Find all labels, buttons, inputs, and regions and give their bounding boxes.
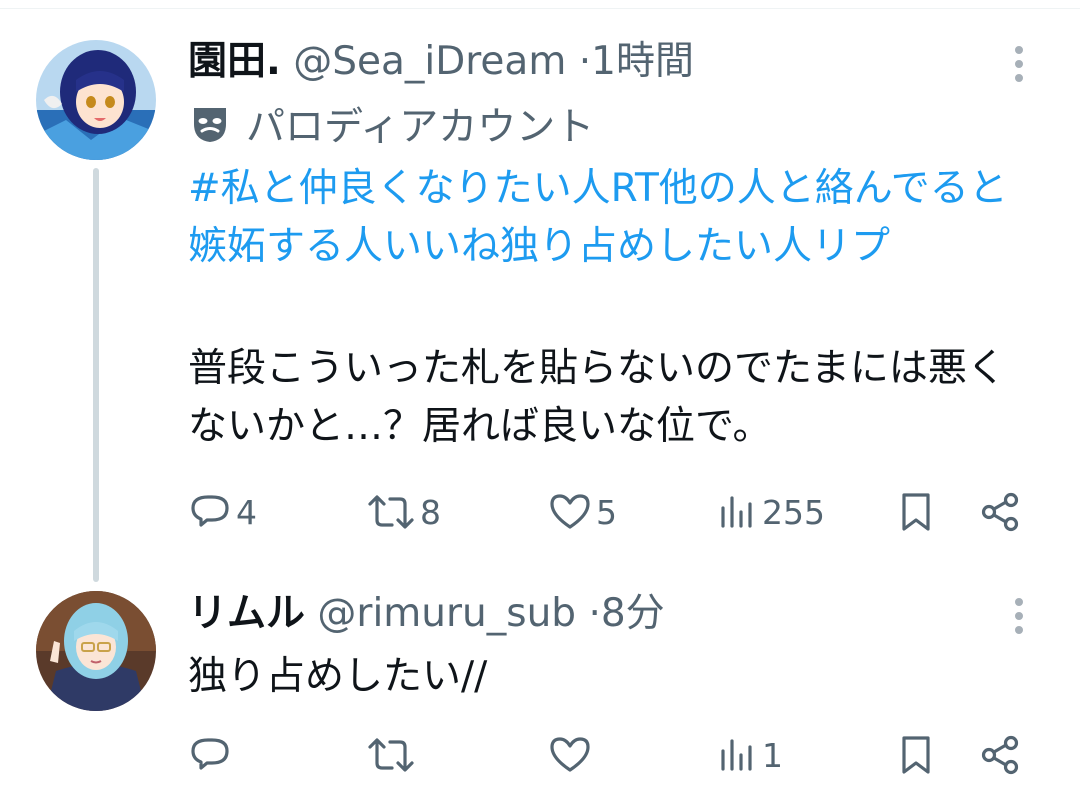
retweet-button[interactable]: 8 [366, 482, 441, 542]
tweet-actions: 4 8 5 255 [188, 482, 1038, 542]
bookmark-icon [902, 736, 930, 774]
reply-icon [191, 495, 229, 527]
heart-icon [550, 494, 590, 529]
more-options-icon[interactable] [1012, 598, 1026, 640]
tweet-body: 普段こういった札を貼らないのでたまには悪くないかと…？居れば良いな位で。 [188, 346, 1006, 449]
account-label: パロディアカウント [188, 100, 594, 150]
display-name[interactable]: 園田. [188, 39, 281, 84]
share-button[interactable] [978, 482, 1022, 542]
avatar[interactable] [36, 591, 156, 711]
hashtag-link[interactable]: #私と仲良くなりたい人RT他の人と絡んでると嫉妬する人いいね独り占めしたい人リプ [188, 160, 1018, 276]
like-button[interactable] [548, 725, 596, 785]
share-icon [981, 735, 1019, 775]
retweet-icon [368, 738, 414, 772]
share-icon [981, 492, 1019, 532]
views-button[interactable]: 1 [718, 725, 783, 785]
separator: · [578, 39, 592, 84]
timestamp[interactable]: 1時間 [591, 39, 694, 84]
top-divider [0, 8, 1080, 9]
theater-mask-icon [194, 108, 226, 142]
views-button[interactable]: 255 [718, 482, 825, 542]
user-handle[interactable]: @Sea_iDream [293, 39, 566, 84]
reply-count: 4 [236, 492, 257, 532]
thread-connector-line [93, 168, 99, 582]
separator: · [588, 591, 601, 636]
bar-chart-icon [721, 496, 752, 528]
bar-chart-icon [721, 739, 752, 771]
retweet-count: 8 [420, 492, 441, 532]
bookmark-button[interactable] [896, 482, 936, 542]
more-options-icon[interactable] [1012, 46, 1026, 88]
anime-avatar-blue-hair-icon [36, 40, 156, 160]
like-button[interactable]: 5 [548, 482, 617, 542]
bookmark-button[interactable] [896, 725, 936, 785]
account-label-text: パロディアカウント [246, 105, 595, 150]
anime-avatar-light-blue-hair-icon [36, 591, 156, 711]
timestamp[interactable]: 8分 [601, 591, 665, 636]
share-button[interactable] [978, 725, 1022, 785]
view-count: 255 [762, 492, 825, 532]
reply-button[interactable] [188, 725, 236, 785]
user-handle[interactable]: @rimuru_sub [317, 591, 576, 636]
avatar[interactable] [36, 40, 156, 160]
display-name[interactable]: リムル [188, 591, 305, 636]
retweet-icon [368, 495, 414, 529]
tweet-header: 園田. @Sea_iDream ·1時間 [188, 38, 694, 86]
tweet-header: リムル @rimuru_sub ·8分 [188, 590, 665, 638]
reply-button[interactable]: 4 [188, 482, 257, 542]
tweet-body: 独り占めしたい// [188, 654, 488, 699]
like-count: 5 [596, 492, 617, 532]
heart-icon [550, 737, 590, 772]
reply-icon [191, 738, 229, 770]
tweet-actions: 1 [188, 725, 1038, 785]
bookmark-icon [902, 493, 930, 531]
view-count: 1 [762, 735, 783, 775]
retweet-button[interactable] [366, 725, 420, 785]
